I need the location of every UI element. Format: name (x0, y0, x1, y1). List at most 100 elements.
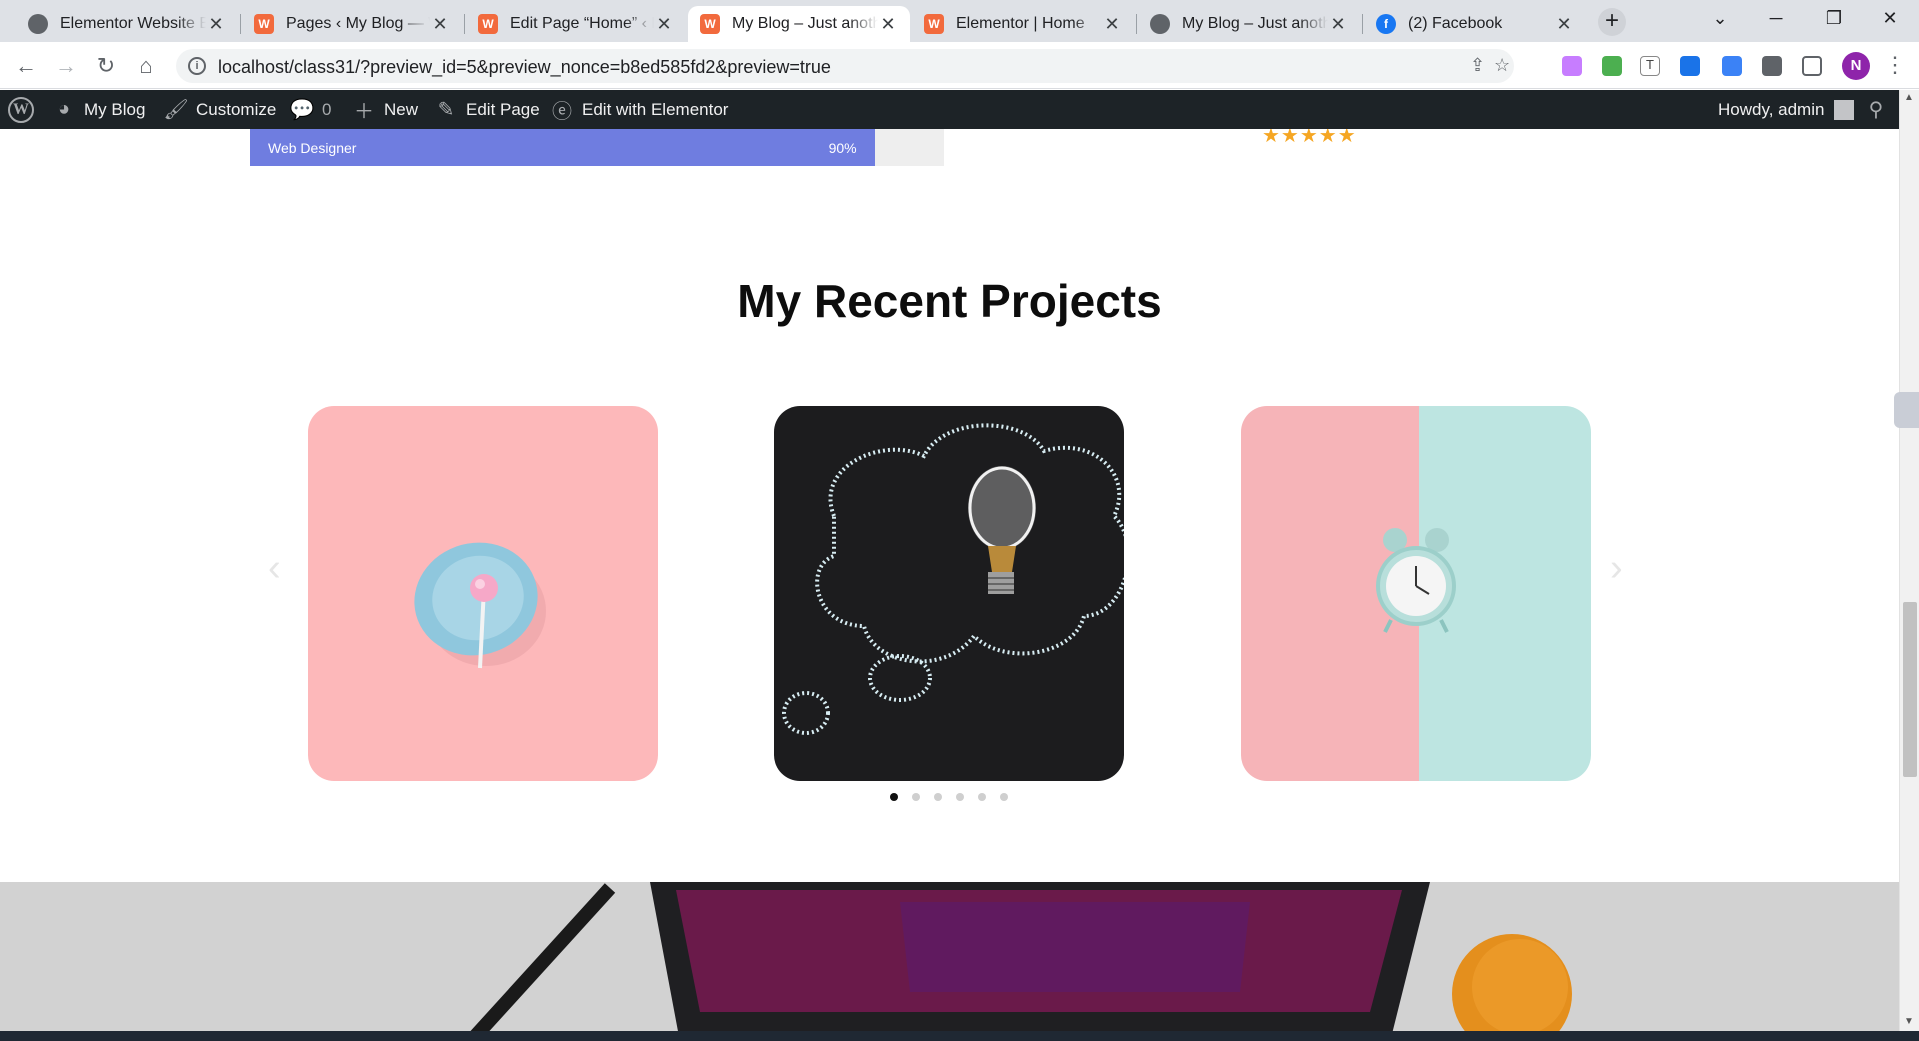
tab-title: Elementor Website Bu (60, 15, 206, 32)
edit-page-link[interactable]: ✎ Edit Page (434, 90, 540, 129)
wp-admin-bar: W ◕ My Blog 🖌 Customize 💬 0 ＋ New ✎ Edit… (0, 90, 1899, 129)
tab-title: Edit Page “Home” ‹ M (510, 15, 654, 32)
tab-title: (2) Facebook (1408, 15, 1503, 32)
carousel-dot[interactable] (956, 793, 964, 801)
tab-title: My Blog – Just anothe (1182, 15, 1328, 32)
close-icon[interactable]: ✕ (878, 14, 898, 35)
wordpress-icon: W (478, 14, 498, 34)
elementor-icon: ⓔ (552, 101, 572, 123)
close-icon[interactable]: ✕ (206, 14, 226, 35)
scroll-down-arrow-icon[interactable]: ▼ (1904, 1016, 1914, 1027)
browser-toolbar: ← → ↻ ⌂ i localhost/class31/?preview_id=… (0, 42, 1919, 89)
scrollbar-thumb[interactable] (1903, 602, 1917, 777)
browser-tab-4-active[interactable]: W My Blog – Just anothe ✕ (688, 6, 910, 42)
project-card-lollipop[interactable] (308, 406, 658, 781)
close-icon[interactable]: ✕ (430, 14, 450, 35)
extension-text-icon[interactable]: T (1640, 56, 1660, 76)
customize-link[interactable]: 🖌 Customize (163, 90, 277, 129)
close-window-button[interactable]: ✕ (1870, 8, 1910, 29)
new-content-menu[interactable]: ＋ New (352, 90, 418, 129)
paintbrush-icon: 🖌 (163, 99, 189, 121)
comments-count: 0 (322, 99, 332, 119)
lightbulb-chalk-image (774, 406, 1124, 781)
home-icon[interactable]: ⌂ (132, 52, 160, 80)
search-icon: ⚲ (1868, 99, 1884, 121)
close-icon[interactable]: ✕ (1102, 14, 1122, 35)
forward-arrow-icon[interactable]: → (52, 52, 80, 80)
browser-tab-3[interactable]: W Edit Page “Home” ‹ M ✕ (466, 6, 686, 42)
url-text[interactable]: localhost/class31/?preview_id=5&preview_… (218, 57, 831, 78)
page-content: Web Designer 90% ★★★★★ My Recent Project… (0, 129, 1899, 1031)
extension-clipboard-icon[interactable] (1722, 56, 1742, 76)
carousel-next-arrow-icon[interactable]: › (1610, 547, 1623, 590)
laptop-desk-image (0, 882, 1899, 1031)
skill-progress-bar: Web Designer 90% (250, 129, 944, 166)
side-panel-tab[interactable] (1894, 392, 1919, 428)
alarm-clock-image (1241, 406, 1591, 781)
site-name: My Blog (84, 99, 146, 119)
edit-page-label: Edit Page (466, 99, 540, 119)
comments-link[interactable]: 💬 0 (289, 90, 332, 129)
page-scrollbar[interactable]: ▲ ▼ (1899, 90, 1919, 1031)
close-icon[interactable]: ✕ (1554, 14, 1574, 35)
minimize-button[interactable]: ─ (1756, 8, 1796, 29)
tab-title: My Blog – Just anothe (732, 15, 878, 32)
browser-tab-2[interactable]: W Pages ‹ My Blog — W ✕ (242, 6, 462, 42)
address-bar[interactable]: i localhost/class31/?preview_id=5&previe… (176, 49, 1514, 83)
pencil-icon: ✎ (437, 99, 455, 121)
carousel-prev-arrow-icon[interactable]: ‹ (268, 547, 281, 590)
new-tab-button[interactable]: + (1598, 8, 1626, 36)
bookmark-star-icon[interactable]: ☆ (1494, 55, 1510, 76)
hero-background-image (0, 882, 1899, 1031)
scroll-up-arrow-icon[interactable]: ▲ (1904, 92, 1914, 103)
wp-logo-menu[interactable]: W (8, 90, 34, 129)
lollipop-plate-image (308, 406, 658, 781)
edit-with-elementor-link[interactable]: ⓔ Edit with Elementor (550, 90, 728, 129)
extensions-puzzle-icon[interactable] (1762, 56, 1782, 76)
browser-tab-strip: Elementor Website Bu ✕ W Pages ‹ My Blog… (0, 0, 1919, 42)
back-arrow-icon[interactable]: ← (12, 52, 40, 80)
browser-menu-icon[interactable]: ⋮ (1884, 52, 1906, 78)
tab-search-icon[interactable]: ⌄ (1700, 8, 1740, 29)
browser-tab-1[interactable]: Elementor Website Bu ✕ (16, 6, 238, 42)
browser-tab-7[interactable]: f (2) Facebook ✕ (1364, 6, 1586, 42)
site-info-icon[interactable]: i (188, 57, 206, 75)
customize-label: Customize (196, 99, 277, 119)
carousel-dot[interactable] (1000, 793, 1008, 801)
plus-icon: ＋ (354, 101, 374, 123)
globe-icon (28, 14, 48, 34)
close-icon[interactable]: ✕ (654, 14, 674, 35)
share-icon[interactable]: ⇪ (1470, 55, 1485, 76)
globe-icon (1150, 14, 1170, 34)
restore-button[interactable]: ❐ (1814, 8, 1854, 29)
comment-icon: 💬 (289, 99, 315, 121)
admin-search-button[interactable]: ⚲ (1864, 90, 1896, 129)
reload-icon[interactable]: ↻ (92, 52, 120, 80)
skill-percent: 90% (828, 139, 857, 156)
carousel-dot[interactable] (890, 793, 898, 801)
site-name-menu[interactable]: ◕ My Blog (52, 90, 145, 129)
extension-icon[interactable] (1562, 56, 1582, 76)
project-card-alarm-clock[interactable] (1241, 406, 1591, 781)
extension-image-icon[interactable] (1602, 56, 1622, 76)
carousel-dot[interactable] (978, 793, 986, 801)
avatar (1834, 99, 1855, 120)
skill-label: Web Designer (268, 139, 357, 156)
side-panel-icon[interactable] (1802, 56, 1822, 76)
os-taskbar (0, 1031, 1919, 1041)
wordpress-icon: W (924, 14, 944, 34)
wordpress-icon: W (700, 14, 720, 34)
edit-with-elementor-label: Edit with Elementor (582, 99, 729, 119)
profile-avatar[interactable]: N (1842, 52, 1870, 80)
project-card-lightbulb[interactable] (774, 406, 1124, 781)
skill-progress-fill: Web Designer 90% (250, 129, 875, 166)
close-icon[interactable]: ✕ (1328, 14, 1348, 35)
carousel-dot[interactable] (934, 793, 942, 801)
carousel-pagination (890, 793, 1008, 801)
carousel-dot[interactable] (912, 793, 920, 801)
browser-tab-5[interactable]: W Elementor | Home ✕ (912, 6, 1134, 42)
browser-tab-6[interactable]: My Blog – Just anothe ✕ (1138, 6, 1360, 42)
my-account-menu[interactable]: Howdy, admin (1718, 90, 1855, 129)
extension-zip-icon[interactable] (1680, 56, 1700, 76)
new-label: New (384, 99, 419, 119)
